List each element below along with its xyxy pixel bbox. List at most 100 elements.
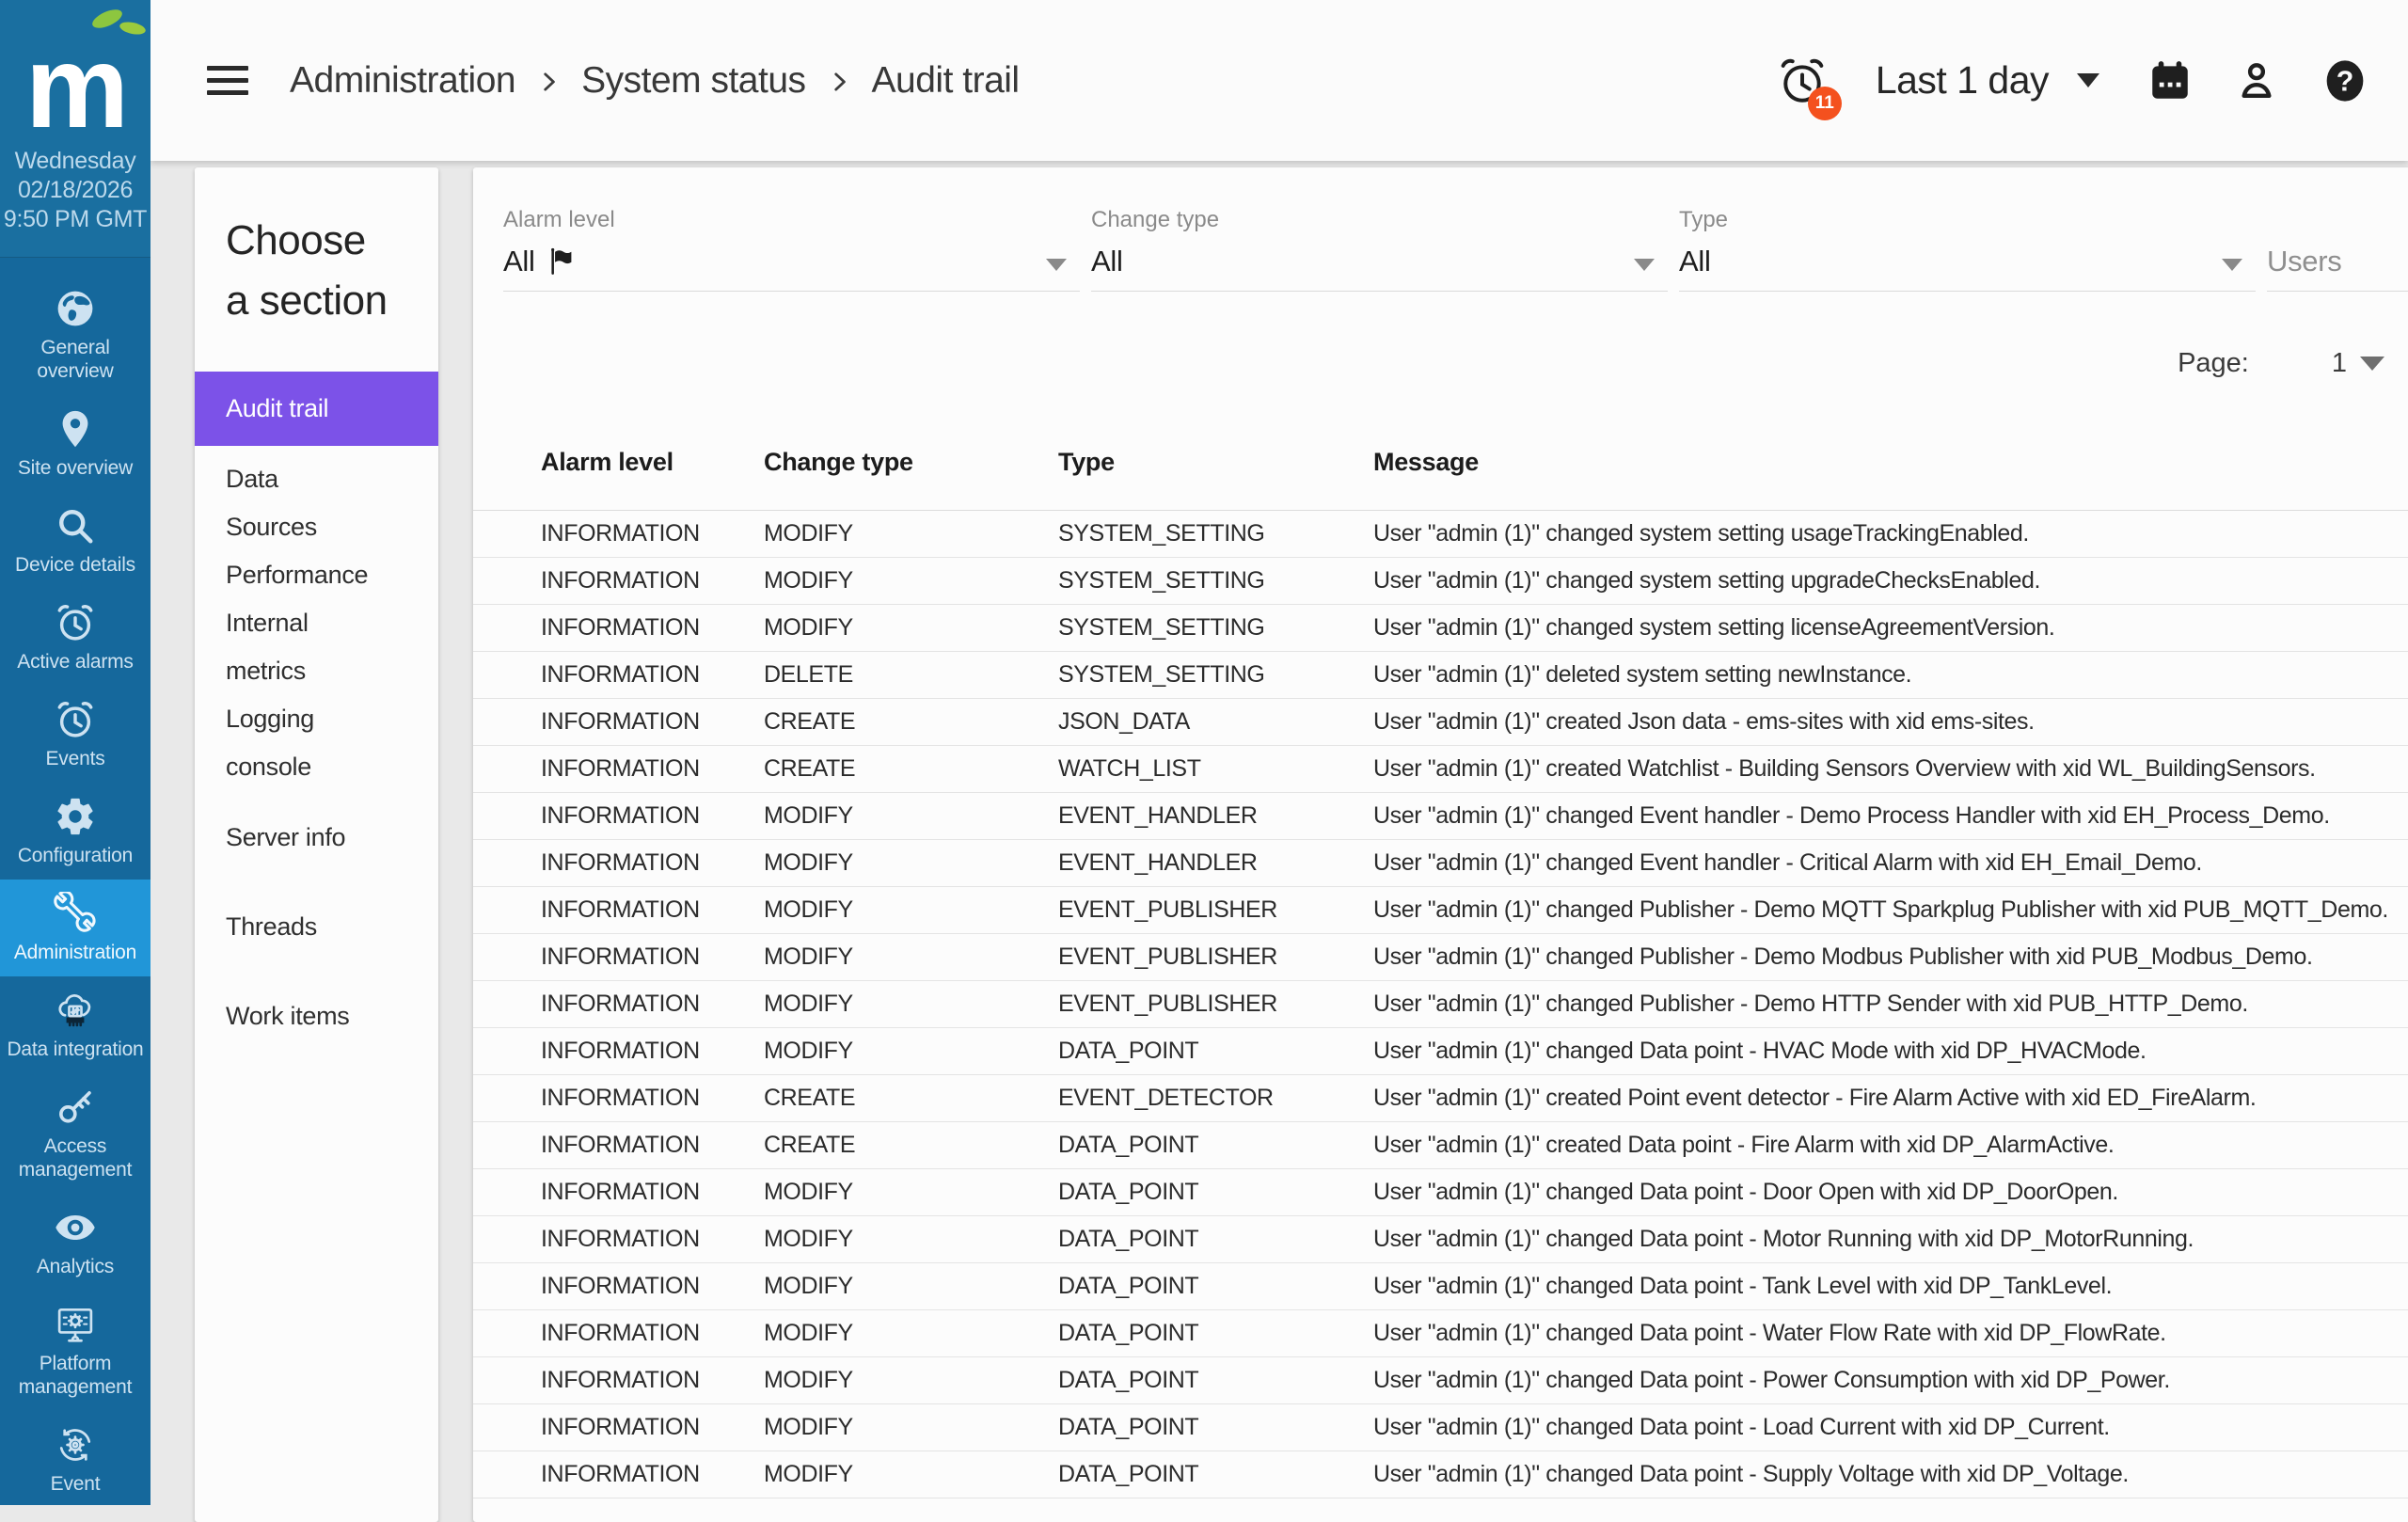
section-item-audit-trail[interactable]: Audit trail	[195, 372, 438, 446]
table-row[interactable]: INFORMATIONMODIFYSYSTEM_SETTINGUser "adm…	[473, 558, 2408, 605]
table-row[interactable]: INFORMATIONCREATEWATCH_LISTUser "admin (…	[473, 746, 2408, 793]
sidebar-item-device-details[interactable]: Device details	[0, 492, 150, 589]
table-row[interactable]: INFORMATIONMODIFYEVENT_PUBLISHERUser "ad…	[473, 981, 2408, 1028]
app-sidebar: m Wednesday 02/18/2026 9:50 PM GMT Gener…	[0, 0, 150, 1505]
table-cell: User "admin (1)" changed system setting …	[1373, 614, 2408, 642]
sidebar-item-label: Site overview	[18, 456, 133, 480]
table-row[interactable]: INFORMATIONDELETESYSTEM_SETTINGUser "adm…	[473, 652, 2408, 699]
table-row[interactable]: INFORMATIONMODIFYDATA_POINTUser "admin (…	[473, 1310, 2408, 1357]
sidebar-item-general-overview[interactable]: General overview	[0, 275, 150, 395]
filter-label: Change type	[1091, 207, 1668, 233]
sidebar-item-site-overview[interactable]: Site overview	[0, 395, 150, 492]
table-row[interactable]: INFORMATIONMODIFYDATA_POINTUser "admin (…	[473, 1216, 2408, 1263]
user-menu-button[interactable]	[2233, 57, 2280, 104]
table-cell: SYSTEM_SETTING	[1058, 520, 1373, 547]
table-cell: User "admin (1)" changed Data point - Lo…	[1373, 1414, 2408, 1441]
table-row[interactable]: INFORMATIONMODIFYDATA_POINTUser "admin (…	[473, 1263, 2408, 1310]
table-cell: DATA_POINT	[1058, 1273, 1373, 1300]
sidebar-item-configuration[interactable]: Configuration	[0, 783, 150, 880]
table-row[interactable]: INFORMATIONMODIFYDATA_POINTUser "admin (…	[473, 1404, 2408, 1451]
table-cell: DATA_POINT	[1058, 1132, 1373, 1159]
sidebar-item-active-alarms[interactable]: Active alarms	[0, 589, 150, 686]
table-row[interactable]: INFORMATIONMODIFYEVENT_HANDLERUser "admi…	[473, 793, 2408, 840]
sidebar-item-events[interactable]: Events	[0, 686, 150, 783]
table-row[interactable]: INFORMATIONMODIFYDATA_POINTUser "admin (…	[473, 1451, 2408, 1498]
table-cell: DATA_POINT	[1058, 1461, 1373, 1488]
table-row[interactable]: INFORMATIONMODIFYEVENT_PUBLISHERUser "ad…	[473, 934, 2408, 981]
table-cell: INFORMATION	[541, 708, 764, 736]
table-cell: MODIFY	[764, 849, 1058, 877]
audit-table-header: Alarm levelChange typeTypeMessage	[473, 414, 2408, 511]
table-cell: MODIFY	[764, 1179, 1058, 1206]
section-item-internal-metrics[interactable]: Internalmetrics	[195, 599, 438, 695]
table-row[interactable]: INFORMATIONCREATEJSON_DATAUser "admin (1…	[473, 699, 2408, 746]
table-cell: INFORMATION	[541, 755, 764, 783]
time-range-select[interactable]: Last 1 day	[1876, 58, 2099, 103]
filter-alarm-level-select[interactable]: Alarm levelAll	[503, 207, 1080, 292]
table-row[interactable]: INFORMATIONCREATEEVENT_DETECTORUser "adm…	[473, 1075, 2408, 1122]
table-cell: DATA_POINT	[1058, 1179, 1373, 1206]
table-row[interactable]: INFORMATIONMODIFYEVENT_PUBLISHERUser "ad…	[473, 887, 2408, 934]
table-cell: INFORMATION	[541, 1461, 764, 1488]
table-cell: EVENT_PUBLISHER	[1058, 896, 1373, 924]
table-cell: INFORMATION	[541, 1179, 764, 1206]
table-cell: User "admin (1)" changed Data point - Do…	[1373, 1179, 2408, 1206]
filter-users-select[interactable]: Users	[2267, 207, 2408, 292]
table-cell: MODIFY	[764, 1461, 1058, 1488]
table-cell: INFORMATION	[541, 1085, 764, 1112]
menu-icon[interactable]	[207, 66, 248, 95]
sidebar-item-event[interactable]: Event	[0, 1411, 150, 1508]
table-row[interactable]: INFORMATIONMODIFYSYSTEM_SETTINGUser "adm…	[473, 605, 2408, 652]
app-logo[interactable]: m	[0, 0, 150, 134]
table-cell: MODIFY	[764, 567, 1058, 595]
date-picker-button[interactable]	[2147, 57, 2194, 104]
table-row[interactable]: INFORMATIONMODIFYSYSTEM_SETTINGUser "adm…	[473, 511, 2408, 558]
breadcrumb-item-audit-trail[interactable]: Audit trail	[872, 60, 1020, 102]
filter-value: Users	[2267, 245, 2341, 278]
alarm-clock-icon	[54, 601, 97, 644]
time-range-value: Last 1 day	[1876, 58, 2049, 103]
sidebar-item-label: General overview	[6, 336, 145, 383]
table-cell: User "admin (1)" changed Data point - Wa…	[1373, 1320, 2408, 1347]
sidebar-item-platform-management[interactable]: Platform management	[0, 1291, 150, 1411]
table-cell: MODIFY	[764, 1226, 1058, 1253]
help-button[interactable]: ?	[2320, 55, 2370, 106]
page-select[interactable]: 1	[2332, 348, 2347, 379]
sidebar-item-analytics[interactable]: Analytics	[0, 1194, 150, 1291]
table-cell: User "admin (1)" deleted system setting …	[1373, 661, 2408, 689]
sidebar-item-access-management[interactable]: Access management	[0, 1073, 150, 1194]
table-row[interactable]: INFORMATIONCREATEDATA_POINTUser "admin (…	[473, 1122, 2408, 1169]
filter-value: All	[1679, 245, 1711, 278]
pagination: Page: 1	[2178, 348, 2384, 379]
table-row[interactable]: INFORMATIONMODIFYDATA_POINTUser "admin (…	[473, 1028, 2408, 1075]
table-cell: MODIFY	[764, 1273, 1058, 1300]
table-cell: MODIFY	[764, 520, 1058, 547]
sidebar-item-label: Administration	[14, 941, 136, 964]
table-row[interactable]: INFORMATIONMODIFYDATA_POINTUser "admin (…	[473, 1169, 2408, 1216]
breadcrumb-item-administration[interactable]: Administration	[290, 60, 515, 102]
table-cell: CREATE	[764, 755, 1058, 783]
table-row[interactable]: INFORMATIONMODIFYEVENT_HANDLERUser "admi…	[473, 840, 2408, 887]
filter-change-type-select[interactable]: Change typeAll	[1091, 207, 1668, 292]
table-cell: INFORMATION	[541, 1414, 764, 1441]
gear-arrows-icon	[54, 1423, 97, 1467]
breadcrumb: Administration System status Audit trail	[290, 60, 1020, 102]
section-item-work-items[interactable]: Work items	[195, 992, 438, 1040]
table-cell: User "admin (1)" changed Publisher - Dem…	[1373, 991, 2408, 1018]
active-alarms-button[interactable]: 11	[1776, 55, 1829, 107]
sidebar-item-administration[interactable]: Administration	[0, 880, 150, 976]
section-item-logging-console[interactable]: Loggingconsole	[195, 695, 438, 791]
table-row[interactable]: INFORMATIONMODIFYDATA_POINTUser "admin (…	[473, 1357, 2408, 1404]
section-item-server-info[interactable]: Server info	[195, 814, 438, 862]
breadcrumb-item-system-status[interactable]: System status	[581, 60, 805, 102]
table-cell: User "admin (1)" created Data point - Fi…	[1373, 1132, 2408, 1159]
alarm-count-badge: 11	[1808, 87, 1842, 120]
sidebar-item-label: Data integration	[7, 1038, 143, 1061]
section-item-threads[interactable]: Threads	[195, 903, 438, 951]
chevron-down-icon[interactable]	[2360, 357, 2384, 371]
sidebar-item-data-integration[interactable]: Data integration	[0, 976, 150, 1073]
section-item-data-sources-performance[interactable]: DataSourcesPerformance	[195, 455, 438, 599]
filter-type-select[interactable]: TypeAll	[1679, 207, 2256, 292]
calendar-icon	[2147, 57, 2194, 104]
section-nav-card: Choose a section Audit trailDataSourcesP…	[195, 167, 438, 1522]
